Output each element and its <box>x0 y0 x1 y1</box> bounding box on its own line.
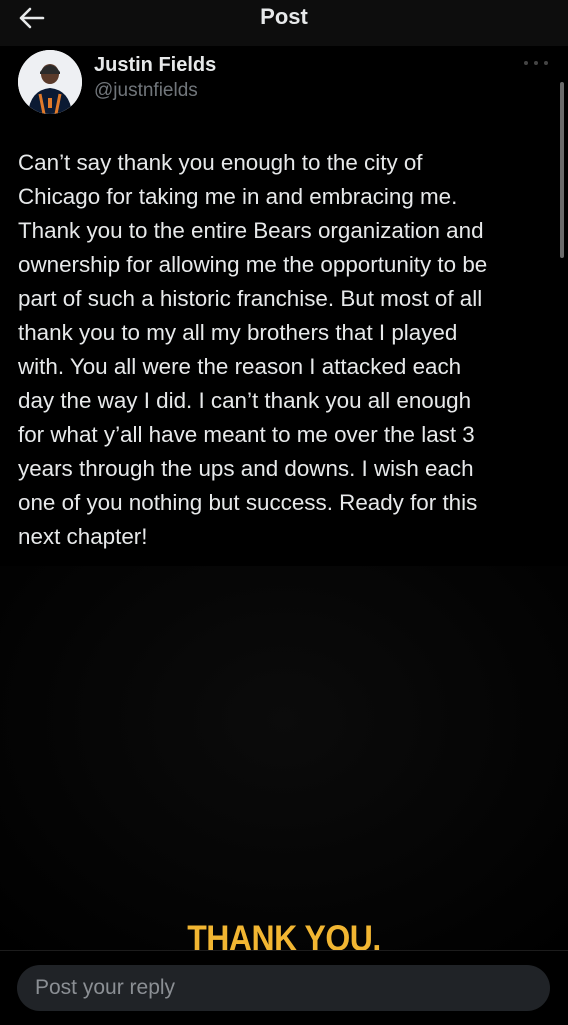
author-name[interactable]: Justin Fields <box>94 54 216 77</box>
post: Justin Fields @justnfields Can’t say tha… <box>0 46 568 950</box>
avatar[interactable] <box>18 50 82 114</box>
top-bar: Post <box>0 0 568 47</box>
post-text: Can’t say thank you enough to the city o… <box>18 150 488 549</box>
page-title: Post <box>260 4 308 29</box>
reply-bar <box>0 950 568 1025</box>
post-image[interactable] <box>0 566 568 950</box>
reply-input[interactable] <box>17 965 550 1011</box>
more-options-button[interactable] <box>524 56 548 70</box>
scrollbar[interactable] <box>560 82 564 258</box>
author-handle[interactable]: @justnfields <box>94 80 198 102</box>
avatar-image <box>18 50 82 114</box>
image-caption: THANK YOU. <box>187 918 381 950</box>
more-horizontal-icon <box>524 61 528 65</box>
